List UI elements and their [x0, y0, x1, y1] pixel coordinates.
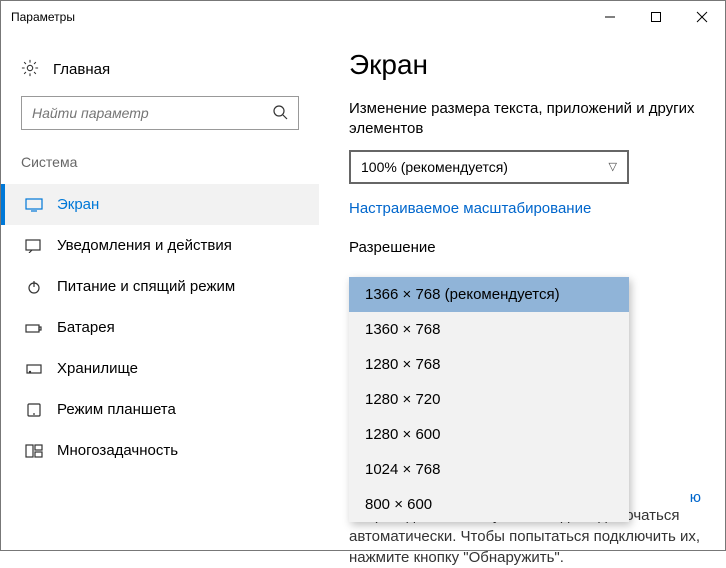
sidebar-item-tablet[interactable]: Режим планшета	[1, 389, 319, 430]
titlebar: Параметры	[1, 1, 725, 33]
gear-icon	[21, 59, 39, 80]
home-label: Главная	[53, 61, 110, 78]
sidebar-item-label: Батарея	[57, 319, 115, 336]
partial-link-suffix[interactable]: ю	[690, 489, 701, 506]
sidebar-item-storage[interactable]: Хранилище	[1, 348, 319, 389]
sidebar-item-notifications[interactable]: Уведомления и действия	[1, 225, 319, 266]
window-title: Параметры	[11, 10, 75, 24]
sidebar-item-multitasking[interactable]: Многозадачность	[1, 430, 319, 471]
sidebar-item-battery[interactable]: Батарея	[1, 307, 319, 348]
scale-value: 100% (рекомендуется)	[361, 159, 508, 175]
titlebar-buttons	[587, 1, 725, 33]
section-label: Система	[1, 154, 319, 184]
sidebar-item-label: Многозадачность	[57, 442, 178, 459]
resolution-option[interactable]: 1280 × 720	[349, 382, 629, 417]
maximize-button[interactable]	[633, 1, 679, 33]
resolution-option[interactable]: 800 × 600	[349, 487, 629, 522]
sidebar-item-label: Хранилище	[57, 360, 138, 377]
minimize-button[interactable]	[587, 1, 633, 33]
home-button[interactable]: Главная	[1, 51, 319, 96]
resolution-option[interactable]: 1280 × 600	[349, 417, 629, 452]
sidebar-item-label: Режим планшета	[57, 401, 176, 418]
chat-icon	[25, 239, 43, 253]
resolution-option[interactable]: 1280 × 768	[349, 347, 629, 382]
resolution-option[interactable]: 1366 × 768 (рекомендуется)	[349, 277, 629, 312]
resolution-dropdown[interactable]: 1366 × 768 (рекомендуется) 1360 × 768 12…	[349, 277, 629, 522]
sidebar-item-label: Питание и спящий режим	[57, 278, 235, 295]
sidebar-item-label: Уведомления и действия	[57, 237, 232, 254]
sidebar-item-power[interactable]: Питание и спящий режим	[1, 266, 319, 307]
resolution-option[interactable]: 1024 × 768	[349, 452, 629, 487]
scale-combobox[interactable]: 100% (рекомендуется) ▽	[349, 150, 629, 184]
resolution-label: Разрешение	[349, 239, 705, 256]
search-field[interactable]	[32, 105, 272, 121]
close-button[interactable]	[679, 1, 725, 33]
multitask-icon	[25, 444, 43, 458]
battery-icon	[25, 321, 43, 335]
monitor-icon	[25, 198, 43, 212]
resolution-option[interactable]: 1360 × 768	[349, 312, 629, 347]
tablet-icon	[25, 403, 43, 417]
chevron-down-icon: ▽	[609, 160, 617, 173]
scale-label: Изменение размера текста, приложений и д…	[349, 99, 705, 140]
storage-icon	[25, 362, 43, 376]
power-icon	[25, 280, 43, 294]
sidebar: Главная Система Экран Уведомления и дейс…	[1, 33, 319, 550]
sidebar-item-label: Экран	[57, 196, 99, 213]
custom-scaling-link[interactable]: Настраиваемое масштабирование	[349, 200, 705, 217]
search-input[interactable]	[21, 96, 299, 130]
search-icon	[272, 104, 288, 123]
sidebar-item-display[interactable]: Экран	[1, 184, 319, 225]
page-title: Экран	[349, 49, 705, 81]
main-panel: Экран Изменение размера текста, приложен…	[319, 33, 725, 550]
